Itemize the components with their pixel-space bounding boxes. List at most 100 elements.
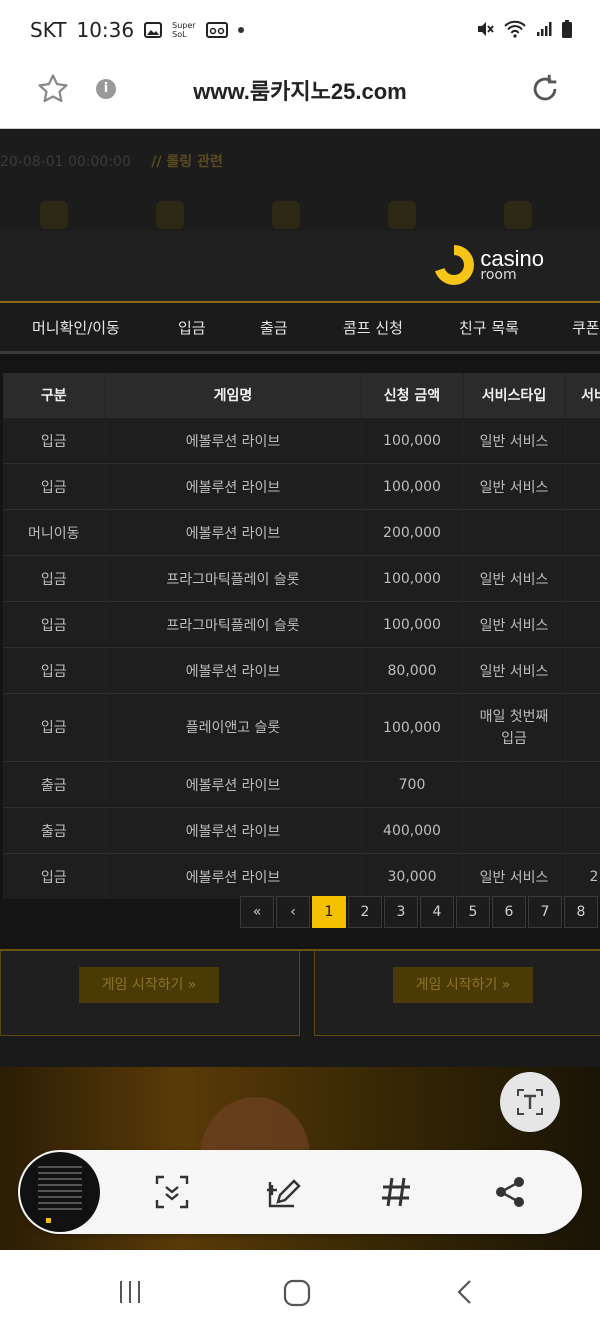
cell-amount: 100,000 (361, 463, 464, 510)
cell-service: 매일 첫번째 입금 (463, 693, 566, 762)
nav-money-check[interactable]: 머니확인/이동 (32, 317, 120, 338)
cell-game: 에볼루션 라이브 (105, 509, 362, 556)
page-first[interactable]: « (240, 896, 274, 928)
cell-service (463, 761, 566, 808)
nav-deposit[interactable]: 입금 (178, 317, 206, 338)
nav-withdraw[interactable]: 출금 (260, 317, 288, 338)
cell-type: 입금 (3, 601, 106, 648)
pagination: « ‹ 1 2 3 4 5 6 7 8 9 (240, 896, 600, 928)
promo-box-right: 게임 시작하기 » (314, 951, 600, 1036)
system-nav-bar (0, 1250, 600, 1333)
wifi-icon (504, 20, 526, 38)
start-game-button-2[interactable]: 게임 시작하기 » (393, 967, 533, 1003)
cell-amount: 100,000 (361, 693, 464, 762)
cell-extra (565, 807, 600, 854)
browser-url-bar: i www.룸카지노25.com (0, 64, 600, 129)
page-4[interactable]: 4 (420, 896, 454, 928)
page-7[interactable]: 7 (528, 896, 562, 928)
site-header: casino room (0, 231, 600, 303)
table-row: 입금 프라그마틱플레이 슬롯 100,000 일반 서비스 (3, 601, 600, 648)
promo-box-left: 게임 시작하기 » (0, 951, 300, 1036)
nav-friend-list[interactable]: 친구 목록 (459, 317, 519, 338)
nav-coupon[interactable]: 쿠폰 (572, 317, 600, 338)
cell-type: 입금 (3, 555, 106, 602)
cell-type: 입금 (3, 417, 106, 464)
nav-comp-request[interactable]: 콤프 신청 (343, 317, 403, 338)
cell-amount: 80,000 (361, 647, 464, 694)
screenshot-thumbnail[interactable] (20, 1152, 100, 1232)
cell-type: 입금 (3, 693, 106, 762)
cell-amount: 30,000 (361, 853, 464, 899)
battery-icon (562, 20, 572, 38)
notification-dot-icon (238, 27, 245, 33)
cell-amount: 100,000 (361, 601, 464, 648)
cell-game: 플레이앤고 슬롯 (105, 693, 362, 762)
signal-icon (537, 22, 552, 36)
cell-type: 출금 (3, 761, 106, 808)
cell-type: 입금 (3, 647, 106, 694)
cell-service: 일반 서비스 (463, 417, 566, 464)
cell-service: 일반 서비스 (463, 555, 566, 602)
cell-extra (565, 463, 600, 510)
cell-game: 에볼루션 라이브 (105, 807, 362, 854)
page-2[interactable]: 2 (348, 896, 382, 928)
extract-text-button[interactable] (500, 1072, 560, 1132)
cell-amount: 400,000 (361, 807, 464, 854)
table-row: 출금 에볼루션 라이브 700 (3, 761, 600, 808)
cell-amount: 100,000 (361, 417, 464, 464)
page-6[interactable]: 6 (492, 896, 526, 928)
tag-icon[interactable] (376, 1172, 416, 1212)
ticker-label: // 롤링 관련 (151, 154, 223, 170)
recent-apps-icon[interactable] (116, 1278, 144, 1306)
cell-game: 프라그마틱플레이 슬롯 (105, 601, 362, 648)
table-row: 입금 플레이앤고 슬롯 100,000 매일 첫번째 입금 (3, 693, 600, 762)
screenshot-toolbar (18, 1150, 582, 1234)
top-strip: 20-08-01 00:00:00 // 롤링 관련 (0, 129, 600, 231)
cards-icon (40, 201, 68, 229)
main-nav: 머니확인/이동 입금 출금 콤프 신청 친구 목록 쿠폰 (0, 303, 600, 354)
cell-extra (565, 555, 600, 602)
cell-service: 일반 서비스 (463, 463, 566, 510)
page-1[interactable]: 1 (312, 896, 346, 928)
table-row: 입금 에볼루션 라이브 30,000 일반 서비스 2 (3, 853, 600, 899)
cell-extra: 2 (565, 853, 600, 899)
table-row: 입금 프라그마틱플레이 슬롯 100,000 일반 서비스 (3, 555, 600, 602)
start-game-button-1[interactable]: 게임 시작하기 » (79, 967, 219, 1003)
url-text[interactable]: www.룸카지노25.com (0, 74, 600, 106)
promo-section: 게임 시작하기 » 게임 시작하기 » (0, 949, 600, 1067)
table-row: 입금 에볼루션 라이브 100,000 일반 서비스 (3, 417, 600, 464)
history-table: 구분 게임명 신청 금액 서비스타입 서비 입금에볼루션 라이브100,000일… (3, 373, 600, 899)
col-game: 게임명 (105, 373, 362, 418)
table-row: 머니이동 에볼루션 라이브 200,000 (3, 509, 600, 556)
col-type: 구분 (3, 373, 106, 418)
cell-game: 에볼루션 라이브 (105, 853, 362, 899)
page-8[interactable]: 8 (564, 896, 598, 928)
cell-extra (565, 693, 600, 762)
page-3[interactable]: 3 (384, 896, 418, 928)
page-prev[interactable]: ‹ (276, 896, 310, 928)
table-row: 출금 에볼루션 라이브 400,000 (3, 807, 600, 854)
back-icon[interactable] (452, 1278, 480, 1306)
col-amount: 신청 금액 (361, 373, 464, 418)
casino-room-logo[interactable]: casino room (434, 245, 544, 285)
col-service: 서비스타입 (463, 373, 566, 418)
cell-type: 머니이동 (3, 509, 106, 556)
cell-game: 에볼루션 라이브 (105, 417, 362, 464)
roulette-icon (272, 201, 300, 229)
share-icon[interactable] (490, 1172, 530, 1212)
cell-service: 일반 서비스 (463, 853, 566, 899)
gallery-icon (144, 22, 163, 38)
draw-icon[interactable] (264, 1172, 304, 1212)
mute-icon (478, 22, 494, 36)
cell-service (463, 509, 566, 556)
home-icon[interactable] (282, 1278, 312, 1308)
more-icon (504, 201, 532, 229)
page-5[interactable]: 5 (456, 896, 490, 928)
cell-type: 입금 (3, 853, 106, 899)
scroll-capture-icon[interactable] (152, 1172, 192, 1212)
cell-game: 에볼루션 라이브 (105, 463, 362, 510)
reload-icon[interactable] (528, 72, 562, 106)
history-table-wrap: 구분 게임명 신청 금액 서비스타입 서비 입금에볼루션 라이브100,000일… (3, 373, 600, 899)
table-row: 입금 에볼루션 라이브 80,000 일반 서비스 (3, 647, 600, 694)
cell-game: 프라그마틱플레이 슬롯 (105, 555, 362, 602)
